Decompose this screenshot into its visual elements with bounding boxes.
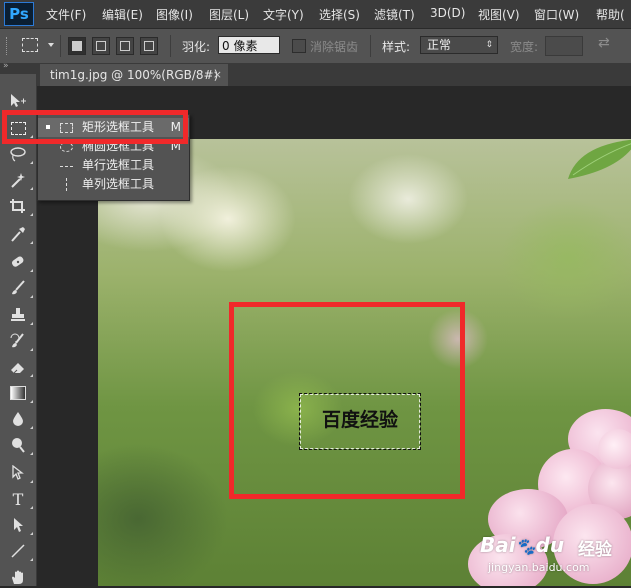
divider: [170, 35, 171, 57]
menu-help[interactable]: 帮助(: [596, 6, 625, 23]
menu-view[interactable]: 视图(V): [478, 6, 520, 23]
line-tool-icon[interactable]: [6, 540, 33, 562]
flyout-item-label: 单列选框工具: [82, 177, 155, 191]
menu-file[interactable]: 文件(F): [46, 6, 86, 23]
hand-tool-icon[interactable]: [6, 566, 30, 588]
divider: [370, 35, 371, 57]
path-selection-tool-icon[interactable]: [6, 514, 33, 536]
lasso-tool-icon[interactable]: [6, 143, 33, 165]
menu-filter[interactable]: 滤镜(T): [374, 6, 415, 23]
divider: [60, 35, 61, 57]
menu-bar: Ps 文件(F) 编辑(E) 图像(I) 图层(L) 文字(Y) 选择(S) 滤…: [0, 0, 631, 29]
eyedropper-tool-icon[interactable]: [6, 223, 33, 245]
document-tab[interactable]: tim1g.jpg @ 100%(RGB/8#) * ×: [40, 64, 228, 104]
highlight-box-canvas: [229, 302, 465, 499]
healing-brush-tool-icon[interactable]: [6, 251, 33, 273]
width-input[interactable]: [545, 36, 583, 56]
antialias-checkbox[interactable]: [292, 39, 306, 53]
style-select[interactable]: 正常 ⇕: [420, 36, 498, 54]
collapse-icon[interactable]: »: [3, 61, 9, 71]
close-icon[interactable]: ×: [213, 64, 222, 86]
app-logo: Ps: [4, 2, 34, 26]
options-bar: 羽化: 0 像素 消除锯齿 样式: 正常 ⇕ 宽度: ⇄: [0, 29, 631, 64]
flower-petal: [598, 429, 631, 469]
history-brush-tool-icon[interactable]: [6, 330, 33, 352]
flyout-item-label: 单行选框工具: [82, 158, 155, 172]
menu-3d[interactable]: 3D(D): [430, 6, 465, 20]
menu-select[interactable]: 选择(S): [319, 6, 360, 23]
menu-image[interactable]: 图像(I): [156, 6, 193, 23]
menu-window[interactable]: 窗口(W): [534, 6, 579, 23]
highlight-box-tool: [2, 110, 188, 144]
magic-wand-tool-icon[interactable]: [6, 169, 33, 191]
add-to-selection-icon[interactable]: [92, 37, 110, 55]
grip-handle[interactable]: [6, 37, 11, 55]
preset-dropdown-icon[interactable]: [48, 43, 54, 47]
gradient-tool-icon[interactable]: [6, 382, 33, 404]
updown-arrows-icon: ⇕: [485, 40, 493, 50]
subtract-from-selection-icon[interactable]: [116, 37, 134, 55]
menu-edit[interactable]: 编辑(E): [102, 6, 143, 23]
menu-type[interactable]: 文字(Y): [263, 6, 304, 23]
flyout-item-single-column-marquee[interactable]: 单列选框工具: [38, 175, 189, 194]
move-tool-icon[interactable]: [6, 90, 30, 112]
type-tool-icon[interactable]: T: [6, 488, 33, 510]
single-row-marquee-icon: [60, 166, 73, 167]
flyout-item-single-row-marquee[interactable]: 单行选框工具: [38, 156, 189, 175]
pen-tool-icon[interactable]: [6, 462, 33, 484]
leaf-shape: [568, 139, 631, 179]
antialias-label: 消除锯齿: [310, 40, 359, 54]
clone-stamp-tool-icon[interactable]: [6, 304, 33, 326]
new-selection-icon[interactable]: [68, 37, 86, 55]
style-select-value: 正常: [427, 38, 452, 52]
feather-input[interactable]: 0 像素: [218, 36, 280, 54]
rect-marquee-preset-icon[interactable]: [22, 38, 38, 52]
crop-tool-icon[interactable]: [6, 195, 33, 217]
blur-tool-icon[interactable]: [6, 408, 33, 430]
eraser-tool-icon[interactable]: [6, 356, 33, 378]
baidu-watermark: Bai🐾du 经验 jingyan.baidu.com: [480, 533, 630, 583]
tools-panel-header[interactable]: »: [0, 61, 36, 74]
swap-icon[interactable]: ⇄: [598, 35, 610, 51]
width-label: 宽度:: [510, 40, 539, 54]
baidu-jingyan-label: 经验: [578, 540, 612, 560]
brush-tool-icon[interactable]: [6, 277, 33, 299]
intersect-selection-icon[interactable]: [140, 37, 158, 55]
single-column-marquee-icon: [66, 178, 67, 191]
menu-layer[interactable]: 图层(L): [209, 6, 249, 23]
feather-label: 羽化:: [182, 40, 211, 54]
style-label: 样式:: [382, 40, 411, 54]
baidu-logo: Bai🐾du: [480, 533, 565, 557]
dodge-tool-icon[interactable]: [6, 434, 33, 456]
baidu-url: jingyan.baidu.com: [488, 561, 590, 574]
